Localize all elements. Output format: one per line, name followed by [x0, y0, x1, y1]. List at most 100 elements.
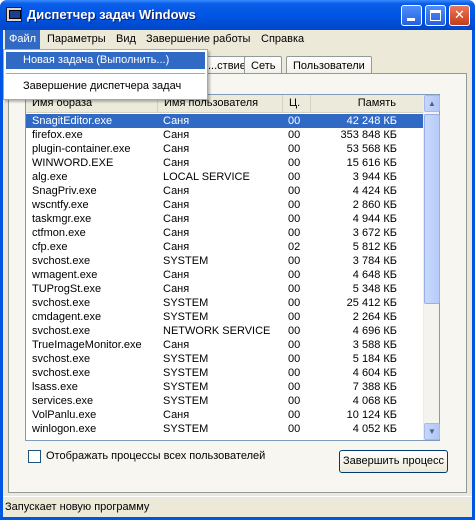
process-name: WINWORD.EXE	[32, 157, 114, 169]
table-row[interactable]: VolPanlu.exe Саня 00 10 124 КБ	[26, 408, 424, 422]
process-memory: 353 848 КБ	[340, 129, 397, 141]
table-row[interactable]: taskmgr.exe Саня 00 4 944 КБ	[26, 212, 424, 226]
process-name: SnagitEditor.exe	[32, 115, 113, 127]
table-row[interactable]: cmdagent.exe SYSTEM 00 2 264 КБ	[26, 310, 424, 324]
process-user: Саня	[163, 199, 190, 211]
process-user: NETWORK SERVICE	[163, 325, 271, 337]
end-process-button[interactable]: Завершить процесс	[339, 450, 448, 473]
table-row[interactable]: svchost.exe SYSTEM 00 25 412 КБ	[26, 296, 424, 310]
menu-new-task[interactable]: Новая задача (Выполнить...)	[6, 52, 205, 69]
minimize-button[interactable]	[401, 5, 422, 26]
process-user: Саня	[163, 269, 190, 281]
scroll-down-button[interactable]: ▼	[424, 423, 440, 440]
process-memory: 3 784 КБ	[352, 255, 397, 267]
process-memory: 10 124 КБ	[346, 409, 397, 421]
process-user: Саня	[163, 213, 190, 225]
process-cpu: 00	[288, 395, 301, 407]
process-memory: 4 052 КБ	[352, 423, 397, 435]
scroll-up-button[interactable]: ▲	[424, 95, 440, 112]
table-row[interactable]: SnagitEditor.exe Саня 00 42 248 КБ	[26, 114, 424, 128]
menu-view[interactable]: Вид	[112, 30, 140, 49]
table-row[interactable]: lsass.exe SYSTEM 00 7 388 КБ	[26, 380, 424, 394]
process-list[interactable]: Имя образа Имя пользователя Ц. Память Sn…	[25, 94, 440, 441]
table-row[interactable]: svchost.exe NETWORK SERVICE 00 4 696 КБ	[26, 324, 424, 338]
menu-help[interactable]: Справка	[257, 30, 308, 49]
vertical-scrollbar[interactable]: ▲ ▼	[423, 95, 440, 440]
process-memory: 25 412 КБ	[346, 297, 397, 309]
menu-file[interactable]: Файл	[5, 30, 41, 49]
status-text: Запускает новую программу	[5, 501, 150, 513]
process-memory: 4 696 КБ	[352, 325, 397, 337]
process-name: cfp.exe	[32, 241, 68, 253]
column-header-cpu[interactable]: Ц.	[283, 95, 311, 113]
process-name: TUProgSt.exe	[32, 283, 102, 295]
process-name: firefox.exe	[32, 129, 83, 141]
process-user: SYSTEM	[163, 311, 209, 323]
table-row[interactable]: svchost.exe SYSTEM 00 4 604 КБ	[26, 366, 424, 380]
table-row[interactable]: wmagent.exe Саня 00 4 648 КБ	[26, 268, 424, 282]
process-name: alg.exe	[32, 171, 68, 183]
table-row[interactable]: SnagPriv.exe Саня 00 4 424 КБ	[26, 184, 424, 198]
table-row[interactable]: TrueImageMonitor.exe Саня 00 3 588 КБ	[26, 338, 424, 352]
process-user: SYSTEM	[163, 353, 209, 365]
process-user: Саня	[163, 185, 190, 197]
menu-exit-task-manager[interactable]: Завершение диспетчера задач	[6, 78, 181, 95]
table-row[interactable]: cfp.exe Саня 02 5 812 КБ	[26, 240, 424, 254]
process-memory: 53 568 КБ	[346, 143, 397, 155]
table-row[interactable]: firefox.exe Саня 00 353 848 КБ	[26, 128, 424, 142]
table-row[interactable]: services.exe SYSTEM 00 4 068 КБ	[26, 394, 424, 408]
process-memory: 4 068 КБ	[352, 395, 397, 407]
table-row[interactable]: wscntfy.exe Саня 00 2 860 КБ	[26, 198, 424, 212]
process-user: Саня	[163, 143, 190, 155]
process-cpu: 02	[288, 241, 301, 253]
title-bar[interactable]: Диспетчер задач Windows ✕	[0, 0, 475, 30]
process-user: Саня	[163, 409, 190, 421]
process-name: lsass.exe	[32, 381, 78, 393]
process-memory: 2 264 КБ	[352, 311, 397, 323]
process-user: Саня	[163, 129, 190, 141]
process-cpu: 00	[288, 185, 301, 197]
process-memory: 3 672 КБ	[352, 227, 397, 239]
process-cpu: 00	[288, 367, 301, 379]
process-memory: 15 616 КБ	[346, 157, 397, 169]
table-row[interactable]: WINWORD.EXE Саня 00 15 616 КБ	[26, 156, 424, 170]
process-name: svchost.exe	[32, 353, 91, 365]
table-row[interactable]: ctfmon.exe Саня 00 3 672 КБ	[26, 226, 424, 240]
table-row[interactable]: svchost.exe SYSTEM 00 3 784 КБ	[26, 254, 424, 268]
process-cpu: 00	[288, 157, 301, 169]
process-user: SYSTEM	[163, 381, 209, 393]
process-cpu: 00	[288, 199, 301, 211]
menu-separator	[6, 73, 205, 74]
task-manager-icon	[6, 7, 22, 22]
menu-shutdown[interactable]: Завершение работы	[142, 30, 254, 49]
scroll-thumb[interactable]	[424, 114, 440, 304]
table-row[interactable]: alg.exe LOCAL SERVICE 00 3 944 КБ	[26, 170, 424, 184]
menu-options[interactable]: Параметры	[43, 30, 110, 49]
process-cpu: 00	[288, 311, 301, 323]
process-cpu: 00	[288, 423, 301, 435]
process-cpu: 00	[288, 171, 301, 183]
process-name: services.exe	[32, 395, 94, 407]
process-cpu: 00	[288, 283, 301, 295]
process-memory: 7 388 КБ	[352, 381, 397, 393]
process-memory: 4 424 КБ	[352, 185, 397, 197]
task-manager-window: Диспетчер задач Windows ✕ Файл Параметры…	[0, 0, 475, 520]
close-button[interactable]: ✕	[449, 5, 470, 26]
column-header-memory[interactable]: Память	[311, 95, 424, 113]
show-all-processes-checkbox[interactable]	[28, 450, 41, 463]
table-row[interactable]: plugin-container.exe Саня 00 53 568 КБ	[26, 142, 424, 156]
process-cpu: 00	[288, 297, 301, 309]
table-row[interactable]: winlogon.exe SYSTEM 00 4 052 КБ	[26, 422, 424, 436]
table-row[interactable]: svchost.exe SYSTEM 00 5 184 КБ	[26, 352, 424, 366]
process-name: wscntfy.exe	[32, 199, 89, 211]
window-title: Диспетчер задач Windows	[27, 7, 196, 22]
process-cpu: 00	[288, 339, 301, 351]
maximize-icon	[430, 10, 441, 21]
process-cpu: 00	[288, 325, 301, 337]
process-user: Саня	[163, 115, 190, 127]
maximize-button[interactable]	[425, 5, 446, 26]
table-row[interactable]: TUProgSt.exe Саня 00 5 348 КБ	[26, 282, 424, 296]
process-name: svchost.exe	[32, 255, 91, 267]
process-memory: 4 604 КБ	[352, 367, 397, 379]
process-name: TrueImageMonitor.exe	[32, 339, 142, 351]
